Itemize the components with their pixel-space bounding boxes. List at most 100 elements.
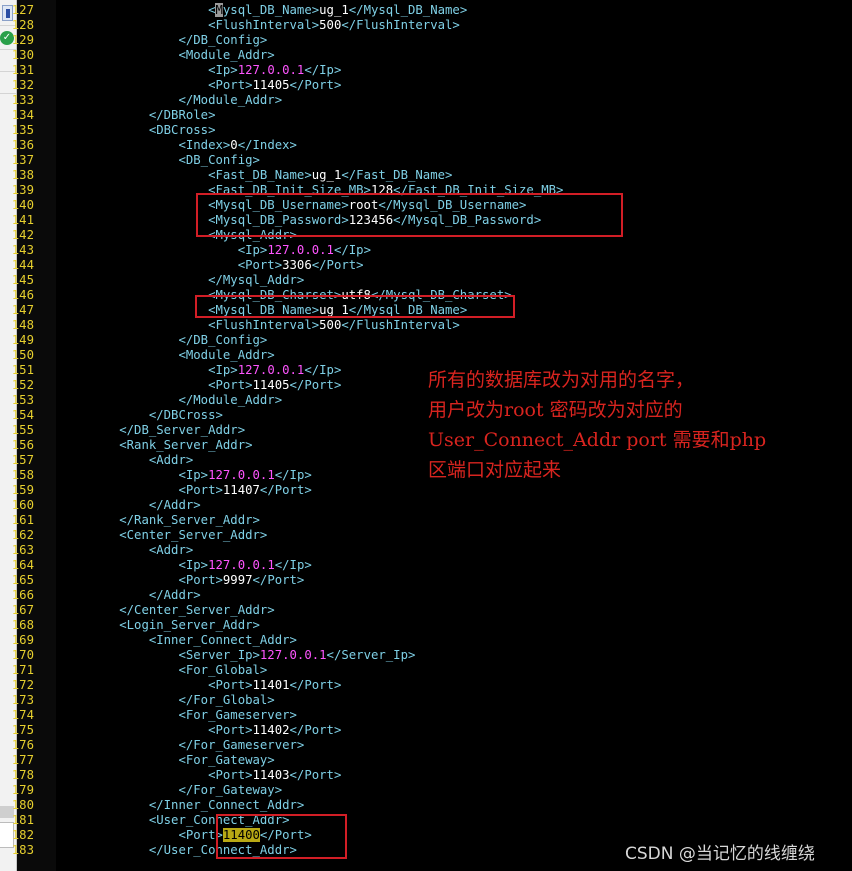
line-number: 170 bbox=[11, 648, 34, 662]
line-code: <Mysql_DB_Name>ug_1</Mysql_DB_Name> bbox=[60, 3, 467, 18]
xml-tag: <Server_Ip> bbox=[178, 648, 260, 662]
line-number: 142 bbox=[11, 228, 34, 242]
xml-tag: <Port> bbox=[208, 378, 253, 392]
xml-tag: <Addr> bbox=[148, 543, 194, 557]
line-code: <Port>3306</Port> bbox=[60, 258, 364, 273]
xml-tag: </Port> bbox=[289, 678, 342, 692]
line-code: <Server_Ip>127.0.0.1</Server_Ip> bbox=[60, 648, 415, 663]
line-number: 141 bbox=[11, 213, 34, 227]
xml-tag: </DBCross> bbox=[148, 408, 223, 422]
xml-tag: <Port> bbox=[237, 258, 283, 272]
text-value: 11407 bbox=[222, 483, 260, 497]
xml-tag: ysql_DB_Name> bbox=[222, 3, 320, 17]
xml-tag: </Inner_Connect_Addr> bbox=[148, 798, 305, 812]
line-number: 157 bbox=[11, 453, 34, 467]
xml-tag: <Rank_Server_Addr> bbox=[119, 438, 253, 452]
line-number: 145 bbox=[11, 273, 34, 287]
line-number: 161 bbox=[11, 513, 34, 527]
line-code: <Port>11407</Port> bbox=[60, 483, 311, 498]
xml-tag: <Module_Addr> bbox=[178, 48, 275, 62]
xml-tag: </For_Gameserver> bbox=[178, 738, 305, 752]
annotation-note: 所有的数据库改为对用的名字， 用户改为root 密码改为对应的 User_Conne… bbox=[428, 365, 766, 485]
xml-tag: </Ip> bbox=[274, 468, 312, 482]
xml-tag: </Addr> bbox=[148, 498, 201, 512]
annotation-line: 所有的数据库改为对用的名字， bbox=[428, 369, 695, 391]
line-number: 169 bbox=[11, 633, 34, 647]
xml-tag: </Rank_Server_Addr> bbox=[119, 513, 260, 527]
xml-tag: <Index> bbox=[178, 138, 231, 152]
line-code: <FlushInterval>500</FlushInterval> bbox=[60, 18, 460, 33]
line-code: </Mysql_Addr> bbox=[60, 273, 304, 288]
text-value: 11401 bbox=[252, 678, 290, 692]
xml-tag: </Index> bbox=[237, 138, 297, 152]
line-number: 154 bbox=[11, 408, 34, 422]
xml-tag: </DB_Config> bbox=[178, 333, 268, 347]
line-code: </Addr> bbox=[60, 588, 201, 603]
xml-tag: </Ip> bbox=[304, 63, 342, 77]
line-number: 129 bbox=[11, 33, 34, 47]
line-number: 140 bbox=[11, 198, 34, 212]
line-code: <Port>11401</Port> bbox=[60, 678, 341, 693]
line-code: </Rank_Server_Addr> bbox=[60, 513, 260, 528]
xml-tag: <Center_Server_Addr> bbox=[119, 528, 268, 542]
line-number: 135 bbox=[11, 123, 34, 137]
xml-tag: <Ip> bbox=[178, 558, 209, 572]
xml-tag: <Ip> bbox=[237, 243, 268, 257]
line-number: 172 bbox=[11, 678, 34, 692]
line-number: 137 bbox=[11, 153, 34, 167]
text-value: 500 bbox=[319, 18, 342, 32]
annotation-line: 用户改为root 密码改为对应的 bbox=[428, 399, 683, 421]
xml-tag: </For_Global> bbox=[178, 693, 275, 707]
xml-tag: </Module_Addr> bbox=[178, 393, 283, 407]
xml-tag: <Ip> bbox=[178, 468, 209, 482]
xml-tag: </Port> bbox=[289, 78, 342, 92]
line-number: 152 bbox=[11, 378, 34, 392]
xml-tag: <Login_Server_Addr> bbox=[119, 618, 260, 632]
xml-tag: <Port> bbox=[208, 78, 253, 92]
xml-tag: <Module_Addr> bbox=[178, 348, 275, 362]
line-number: 177 bbox=[11, 753, 34, 767]
line-number: 173 bbox=[11, 693, 34, 707]
line-code: <DB_Config> bbox=[60, 153, 259, 168]
xml-tag: </Module_Addr> bbox=[178, 93, 283, 107]
xml-tag: </Center_Server_Addr> bbox=[119, 603, 275, 617]
line-code: <Center_Server_Addr> bbox=[60, 528, 267, 543]
line-code: <Rank_Server_Addr> bbox=[60, 438, 253, 453]
line-code: <Port>11405</Port> bbox=[60, 78, 341, 93]
line-number: 175 bbox=[11, 723, 34, 737]
line-number: 130 bbox=[11, 48, 34, 62]
ip-value: 127.0.0.1 bbox=[267, 243, 334, 257]
line-code: <Ip>127.0.0.1</Ip> bbox=[60, 558, 312, 573]
line-number: 144 bbox=[11, 258, 34, 272]
xml-tag: </Mysql_DB_Name> bbox=[348, 3, 468, 17]
line-code: <Port>11405</Port> bbox=[60, 378, 341, 393]
line-number: 156 bbox=[11, 438, 34, 452]
watermark: CSDN @当记忆的线缠绕 bbox=[625, 844, 815, 864]
line-number: 163 bbox=[11, 543, 34, 557]
xml-tag: <FlushInterval> bbox=[208, 18, 320, 32]
line-number: 179 bbox=[11, 783, 34, 797]
line-number: 133 bbox=[11, 93, 34, 107]
xml-tag: </Ip> bbox=[274, 558, 312, 572]
xml-tag: <Port> bbox=[178, 483, 223, 497]
xml-tag: </Mysql_Addr> bbox=[208, 273, 305, 287]
xml-tag: <For_Gateway> bbox=[178, 753, 275, 767]
